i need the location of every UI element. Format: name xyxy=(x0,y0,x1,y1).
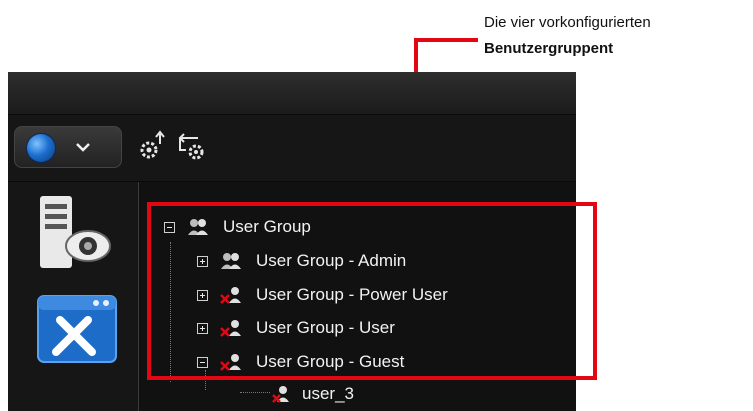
tree-item-label: user_3 xyxy=(302,384,354,403)
user-restricted-icon xyxy=(272,386,289,403)
left-navigation-rail xyxy=(8,182,139,411)
window-titlebar xyxy=(8,72,576,115)
tree-connector xyxy=(240,392,270,393)
highlight-box xyxy=(147,202,597,380)
chevron-down-icon xyxy=(76,143,90,152)
settings-import-icon[interactable] xyxy=(176,130,210,162)
globe-icon xyxy=(27,134,55,162)
annotation-line-2: Benutzergruppent xyxy=(484,40,614,57)
server-monitor-icon[interactable] xyxy=(36,190,112,274)
settings-export-icon[interactable] xyxy=(136,130,170,162)
annotation-line-1: Die vier vorkonfigurierten xyxy=(484,14,651,31)
tree-item-user-3[interactable]: user_3 xyxy=(272,380,354,408)
callout-connector xyxy=(414,38,478,42)
window-tools-icon[interactable] xyxy=(36,292,120,364)
site-selector-dropdown[interactable] xyxy=(14,126,122,168)
callout-annotation: Die vier vorkonfigurierten Benutzergrupp… xyxy=(484,10,651,62)
